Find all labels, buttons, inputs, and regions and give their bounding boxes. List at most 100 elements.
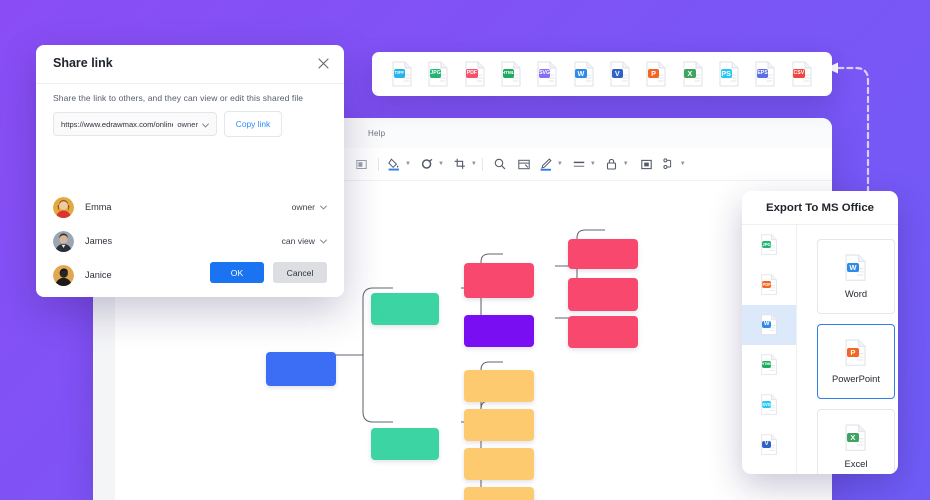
file-icon-tag: JPG xyxy=(761,241,772,249)
mindmap-node-sub-1[interactable] xyxy=(464,370,534,402)
crop-icon[interactable] xyxy=(450,154,470,174)
format-item-v[interactable]: V xyxy=(602,61,638,87)
share-link-dialog: Share link Share the link to others, and… xyxy=(36,45,344,297)
mindmap-node-leaf-3[interactable] xyxy=(568,316,638,348)
zoom-icon[interactable] xyxy=(488,154,512,174)
export-card-excel[interactable]: X Excel xyxy=(817,409,895,474)
page-setup-icon[interactable] xyxy=(512,154,536,174)
mindmap-node-topic-1[interactable] xyxy=(464,263,534,298)
file-icon-v: V xyxy=(609,61,631,87)
file-icon-svg: SVG xyxy=(536,61,558,87)
chevron-down-icon[interactable] xyxy=(320,236,327,246)
format-item-tiff[interactable]: TIFF xyxy=(384,61,420,87)
person-role[interactable]: owner xyxy=(292,202,327,212)
format-item-p[interactable]: P xyxy=(638,61,674,87)
fill-color-icon[interactable] xyxy=(384,154,404,174)
format-item-w[interactable]: W xyxy=(566,61,602,87)
export-card-label: Excel xyxy=(844,457,868,469)
person-role[interactable]: can view xyxy=(282,236,327,246)
shape-style-caret-icon[interactable]: ▼ xyxy=(438,161,444,167)
mindmap-node-sub-2[interactable] xyxy=(464,409,534,441)
format-item-x[interactable]: X xyxy=(675,61,711,87)
export-panel-title: Export To MS Office xyxy=(765,201,874,214)
lock-caret-icon[interactable]: ▼ xyxy=(623,161,629,167)
mindmap-node-leaf-2[interactable] xyxy=(568,278,638,311)
share-link-row: https://www.edrawmax.com/online/fil owne… xyxy=(53,111,282,137)
export-format-svg[interactable]: SVG xyxy=(742,385,796,425)
share-person-row[interactable]: Emma owner xyxy=(53,195,327,219)
mindmap-node-topic-2[interactable] xyxy=(464,315,534,347)
shadow-icon[interactable] xyxy=(635,154,659,174)
ok-button[interactable]: OK xyxy=(210,262,264,283)
pen-color-icon[interactable] xyxy=(536,154,556,174)
export-format-v[interactable]: V xyxy=(742,425,796,465)
lock-icon[interactable] xyxy=(602,154,622,174)
export-format-jpg[interactable]: JPG xyxy=(742,225,796,265)
format-item-html[interactable]: HTML xyxy=(493,61,529,87)
line-width-caret-icon[interactable]: ▼ xyxy=(590,161,596,167)
export-card-label: PowerPoint xyxy=(832,372,880,384)
export-panel-cards: W Word P PowerPoint X Excel xyxy=(797,225,898,474)
format-item-csv[interactable]: CSV xyxy=(784,61,820,87)
format-item-jpg[interactable]: JPG xyxy=(420,61,456,87)
share-link-permission[interactable]: owner xyxy=(177,120,198,129)
file-icon-tag: EPS xyxy=(756,69,769,78)
arrange-icon[interactable] xyxy=(349,154,373,174)
file-icon-pdf: PDF xyxy=(464,61,486,87)
chevron-down-icon[interactable] xyxy=(320,202,327,212)
export-to-ms-office-panel: Export To MS Office JPG PDF W HTML SVG V… xyxy=(742,191,898,474)
file-icon-tag: P xyxy=(647,69,660,78)
share-dialog-header: Share link xyxy=(36,45,344,84)
file-icon-jpg: JPG xyxy=(427,61,449,87)
mindmap-node-root[interactable] xyxy=(266,352,336,386)
export-format-w[interactable]: W xyxy=(742,305,796,345)
share-person-row[interactable]: James can view xyxy=(53,229,327,253)
file-icon-tag: W xyxy=(761,320,772,329)
file-icon-tag: P xyxy=(846,348,859,357)
format-item-eps[interactable]: EPS xyxy=(747,61,783,87)
export-format-pdf[interactable]: PDF xyxy=(742,265,796,305)
crop-caret-icon[interactable]: ▼ xyxy=(471,161,477,167)
cancel-button[interactable]: Cancel xyxy=(273,262,327,283)
file-icon-tag: W xyxy=(846,263,859,272)
format-item-svg[interactable]: SVG xyxy=(529,61,565,87)
group-caret-icon[interactable]: ▼ xyxy=(680,161,686,167)
pen-color-caret-icon[interactable]: ▼ xyxy=(557,161,563,167)
format-item-pdf[interactable]: PDF xyxy=(457,61,493,87)
share-link-field[interactable]: https://www.edrawmax.com/online/fil owne… xyxy=(53,112,217,136)
mindmap-node-sub-4[interactable] xyxy=(464,487,534,500)
mindmap-node-branch-2[interactable] xyxy=(371,428,439,460)
export-card-word[interactable]: W Word xyxy=(817,239,895,314)
copy-link-button[interactable]: Copy link xyxy=(224,111,282,137)
mindmap-node-leaf-1[interactable] xyxy=(568,239,638,269)
file-icon-tag: HTML xyxy=(761,361,772,369)
file-icon-p: P xyxy=(844,339,867,367)
mindmap-node-sub-3[interactable] xyxy=(464,448,534,480)
format-item-ps[interactable]: PS xyxy=(711,61,747,87)
toolbar-divider xyxy=(481,157,483,171)
share-link-value: https://www.edrawmax.com/online/fil xyxy=(61,119,174,129)
share-dialog-title: Share link xyxy=(53,56,113,70)
export-format-html[interactable]: HTML xyxy=(742,345,796,385)
close-icon[interactable] xyxy=(315,55,332,72)
toolbar-divider xyxy=(378,157,379,171)
file-icon-tiff: TIFF xyxy=(391,61,413,87)
avatar xyxy=(53,196,74,218)
chevron-down-icon[interactable] xyxy=(202,115,209,133)
file-icon-ps: PS xyxy=(718,61,740,87)
screenshot-stage: Help ▼ ▼ ▼ ▼ ▼ ▼ ▼ TIFF JPG PDF HTML SVG… xyxy=(0,0,930,500)
file-icon-tag: PDF xyxy=(466,69,478,78)
export-card-powerpoint[interactable]: P PowerPoint xyxy=(817,324,895,399)
line-width-icon[interactable] xyxy=(569,154,589,174)
person-name: Emma xyxy=(85,202,112,212)
group-icon[interactable] xyxy=(659,154,679,174)
fill-color-caret-icon[interactable]: ▼ xyxy=(405,161,411,167)
shape-style-icon[interactable] xyxy=(417,154,437,174)
file-icon-tag: X xyxy=(684,69,696,78)
file-icon-tag: V xyxy=(761,441,772,449)
file-icon-tag: TIFF xyxy=(393,69,405,78)
mindmap-node-branch-1[interactable] xyxy=(371,293,439,325)
share-dialog-description: Share the link to others, and they can v… xyxy=(53,93,304,103)
file-icon-jpg: JPG xyxy=(760,234,778,256)
menu-item-help[interactable]: Help xyxy=(368,129,385,138)
